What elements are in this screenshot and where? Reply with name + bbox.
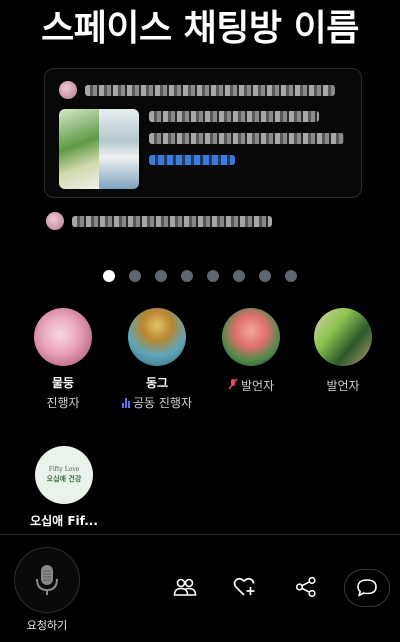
post-author-avatar — [59, 81, 77, 99]
page-dot[interactable] — [233, 270, 245, 282]
blurred-author-text — [85, 84, 335, 96]
post-link[interactable] — [149, 155, 235, 165]
post-thumbnail — [59, 109, 139, 189]
share-button[interactable] — [294, 575, 318, 599]
speaker-role: 발언자 — [228, 377, 274, 394]
speaker-1[interactable]: 물둥 진행자 — [16, 308, 110, 411]
sound-bars-icon — [121, 397, 130, 408]
listener-name: 오십애 Fif... — [30, 514, 98, 528]
avatar-text-main: 오십애 건강 — [46, 474, 82, 483]
chat-button[interactable] — [344, 569, 390, 607]
bottom-toolbar: 요청하기 — [0, 535, 400, 642]
page-dot[interactable] — [155, 270, 167, 282]
heart-plus-icon — [233, 577, 255, 596]
pinned-post-header — [59, 79, 351, 101]
chat-bubble-icon — [357, 579, 377, 597]
blurred-sharer-text — [72, 215, 272, 227]
mic-off-icon — [228, 378, 238, 393]
page-dot[interactable] — [181, 270, 193, 282]
sharer-avatar — [46, 212, 64, 230]
avatar-text-small: Fifty Love — [48, 466, 80, 473]
speaker-4[interactable]: 발언자 — [296, 308, 390, 394]
participants-button[interactable] — [173, 575, 197, 599]
avatar — [34, 308, 92, 366]
avatar — [222, 308, 280, 366]
avatar — [128, 308, 186, 366]
request-mic-button[interactable] — [14, 547, 80, 613]
page-dot[interactable] — [285, 270, 297, 282]
caption-title: 스페이스 채팅방 이름 — [41, 8, 359, 49]
post-body — [149, 111, 349, 165]
page-indicator — [0, 270, 400, 282]
page-dot[interactable] — [207, 270, 219, 282]
speaker-name: 물둥 — [51, 376, 75, 390]
speaker-role: 발언자 — [326, 379, 360, 393]
page-dot[interactable] — [259, 270, 271, 282]
speaker-role: 진행자 — [46, 396, 80, 410]
avatar: Fifty Love 오십애 건강 — [35, 446, 93, 504]
people-icon — [173, 578, 197, 596]
speaker-role: 공동 진행자 — [121, 394, 192, 411]
pinned-post-card[interactable] — [44, 68, 362, 198]
speaker-2[interactable]: 동그 공동 진행자 — [110, 308, 204, 411]
speaker-3[interactable]: 발언자 — [204, 308, 298, 394]
avatar — [314, 308, 372, 366]
shared-by-row — [46, 212, 272, 230]
listener-1[interactable]: Fifty Love 오십애 건강 오십애 Fif... — [24, 446, 104, 529]
page-dot[interactable] — [129, 270, 141, 282]
request-mic-label: 요청하기 — [26, 619, 68, 632]
react-button[interactable] — [233, 575, 257, 599]
speaker-name: 동그 — [145, 376, 169, 390]
speakers-row: 물둥 진행자 동그 공동 진행자 발언자 발언자 — [0, 308, 400, 418]
page-dot[interactable] — [103, 270, 115, 282]
microphone-icon — [36, 565, 58, 595]
share-icon — [295, 576, 316, 598]
